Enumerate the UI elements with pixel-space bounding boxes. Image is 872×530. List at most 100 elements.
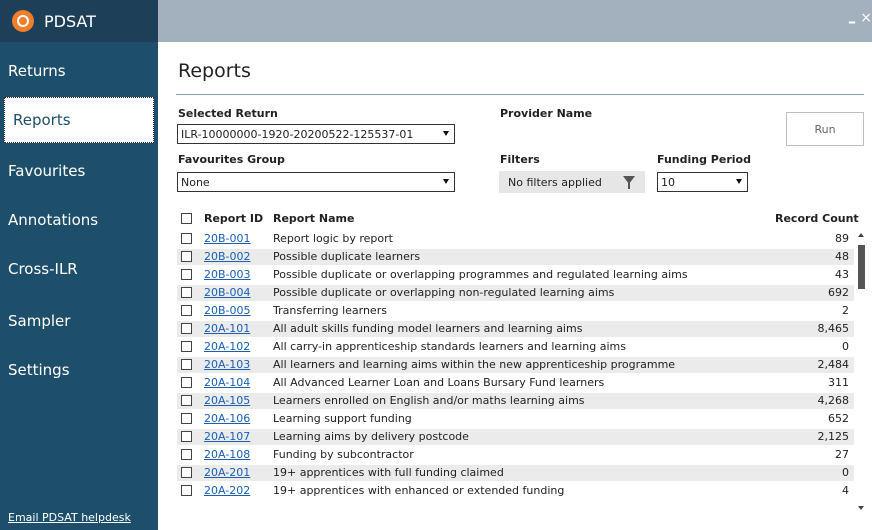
table-row[interactable]: 20A-201 19+ apprentices with full fundin… [177,465,854,481]
selected-return-select[interactable]: ILR-10000000-1920-20200522-125537-01 [177,124,455,144]
row-checkbox[interactable] [181,251,192,262]
record-count: 4 [842,484,849,497]
record-count: 692 [828,286,849,299]
row-checkbox[interactable] [181,449,192,460]
select-all-checkbox[interactable] [181,213,192,224]
row-checkbox[interactable] [181,431,192,442]
filters-value: No filters applied [508,175,602,189]
row-checkbox[interactable] [181,359,192,370]
report-id-link[interactable]: 20B-001 [204,232,251,245]
row-checkbox[interactable] [181,269,192,280]
chevron-down-icon [443,131,449,136]
sidebar-item-cross-ilr[interactable]: Cross-ILR [0,246,158,292]
table-row[interactable]: 20A-107 Learning aims by delivery postco… [177,429,854,445]
helpdesk-link[interactable]: Email PDSAT helpdesk [8,511,131,524]
report-name: Possible duplicate learners [273,250,421,263]
table-row[interactable]: 20A-104 All Advanced Learner Loan and Lo… [177,375,854,391]
favourites-group-select[interactable]: None [177,172,455,192]
selected-return-value: ILR-10000000-1920-20200522-125537-01 [181,127,414,141]
provider-name-label: Provider Name [500,107,593,120]
record-count: 2,125 [817,430,850,443]
funding-period-value: 10 [661,175,675,189]
row-checkbox[interactable] [181,413,192,424]
title-divider [176,94,864,95]
record-count-header[interactable]: Record Count [775,212,859,225]
report-id-header[interactable]: Report ID [204,212,263,225]
report-name: All carry-in apprenticeship standards le… [273,340,626,353]
report-name: 19+ apprentices with full funding claime… [273,466,504,479]
record-count: 0 [842,340,849,353]
table-row[interactable]: 20A-102 All carry-in apprenticeship stan… [177,339,854,355]
scroll-up-arrow-icon[interactable] [858,233,864,237]
target-icon [12,10,34,32]
funding-period-label: Funding Period [657,153,751,166]
scroll-down-arrow-icon[interactable] [858,506,864,510]
table-row[interactable]: 20B-001 Report logic by report 89 [177,231,854,247]
report-name: Transferring learners [273,304,387,317]
table-row[interactable]: 20A-103 All learners and learning aims w… [177,357,854,373]
report-id-link[interactable]: 20A-106 [204,412,250,425]
row-checkbox[interactable] [181,341,192,352]
table-row[interactable]: 20B-005 Transferring learners 2 [177,303,854,319]
record-count: 0 [842,466,849,479]
run-button[interactable]: Run [786,112,864,146]
filters-button[interactable]: No filters applied [499,171,645,193]
report-id-link[interactable]: 20A-103 [204,358,250,371]
table-row[interactable]: 20A-101 All adult skills funding model l… [177,321,854,337]
table-row[interactable]: 20B-003 Possible duplicate or overlappin… [177,267,854,283]
report-id-link[interactable]: 20B-004 [204,286,251,299]
table-row[interactable]: 20A-108 Funding by subcontractor 27 [177,447,854,463]
app-title: PDSAT [44,11,96,31]
sidebar-item-returns[interactable]: Returns [0,48,158,94]
record-count: 311 [828,376,849,389]
report-id-link[interactable]: 20B-005 [204,304,251,317]
row-checkbox[interactable] [181,485,192,496]
table-row[interactable]: 20B-002 Possible duplicate learners 48 [177,249,854,265]
report-id-link[interactable]: 20A-201 [204,466,250,479]
report-id-link[interactable]: 20A-202 [204,484,250,497]
close-button[interactable]: × [860,10,872,26]
table-row[interactable]: 20A-202 19+ apprentices with enhanced or… [177,483,854,499]
report-name: Funding by subcontractor [273,448,414,461]
row-checkbox[interactable] [181,323,192,334]
report-id-link[interactable]: 20B-003 [204,268,251,281]
app-header: PDSAT [0,0,158,42]
row-checkbox[interactable] [181,287,192,298]
sidebar: PDSAT Returns Reports Favourites Annotat… [0,0,158,530]
report-name: All adult skills funding model learners … [273,322,583,335]
report-name: Possible duplicate or overlapping non-re… [273,286,615,299]
funding-period-select[interactable]: 10 [657,172,748,192]
filter-icon [623,176,635,189]
minimize-button[interactable]: – [848,12,856,31]
report-name: Report logic by report [273,232,393,245]
report-id-link[interactable]: 20A-102 [204,340,250,353]
record-count: 2,484 [817,358,850,371]
row-checkbox[interactable] [181,233,192,244]
sidebar-item-settings[interactable]: Settings [0,347,158,393]
scrollbar-thumb[interactable] [858,245,865,289]
sidebar-item-sampler[interactable]: Sampler [0,298,158,344]
filters-label: Filters [500,153,540,166]
row-checkbox[interactable] [181,395,192,406]
sidebar-item-favourites[interactable]: Favourites [0,148,158,194]
report-name: Learning support funding [273,412,412,425]
row-checkbox[interactable] [181,467,192,478]
sidebar-item-annotations[interactable]: Annotations [0,197,158,243]
record-count: 43 [835,268,849,281]
table-row[interactable]: 20B-004 Possible duplicate or overlappin… [177,285,854,301]
record-count: 2 [842,304,849,317]
favourites-group-value: None [181,175,210,189]
report-id-link[interactable]: 20A-101 [204,322,250,335]
report-id-link[interactable]: 20A-107 [204,430,250,443]
row-checkbox[interactable] [181,305,192,316]
row-checkbox[interactable] [181,377,192,388]
report-id-link[interactable]: 20B-002 [204,250,251,263]
table-row[interactable]: 20A-105 Learners enrolled on English and… [177,393,854,409]
report-id-link[interactable]: 20A-108 [204,448,250,461]
page-title: Reports [178,60,251,82]
report-id-link[interactable]: 20A-104 [204,376,250,389]
sidebar-item-reports[interactable]: Reports [4,97,154,143]
table-row[interactable]: 20A-106 Learning support funding 652 [177,411,854,427]
report-id-link[interactable]: 20A-105 [204,394,250,407]
report-name-header[interactable]: Report Name [273,212,354,225]
